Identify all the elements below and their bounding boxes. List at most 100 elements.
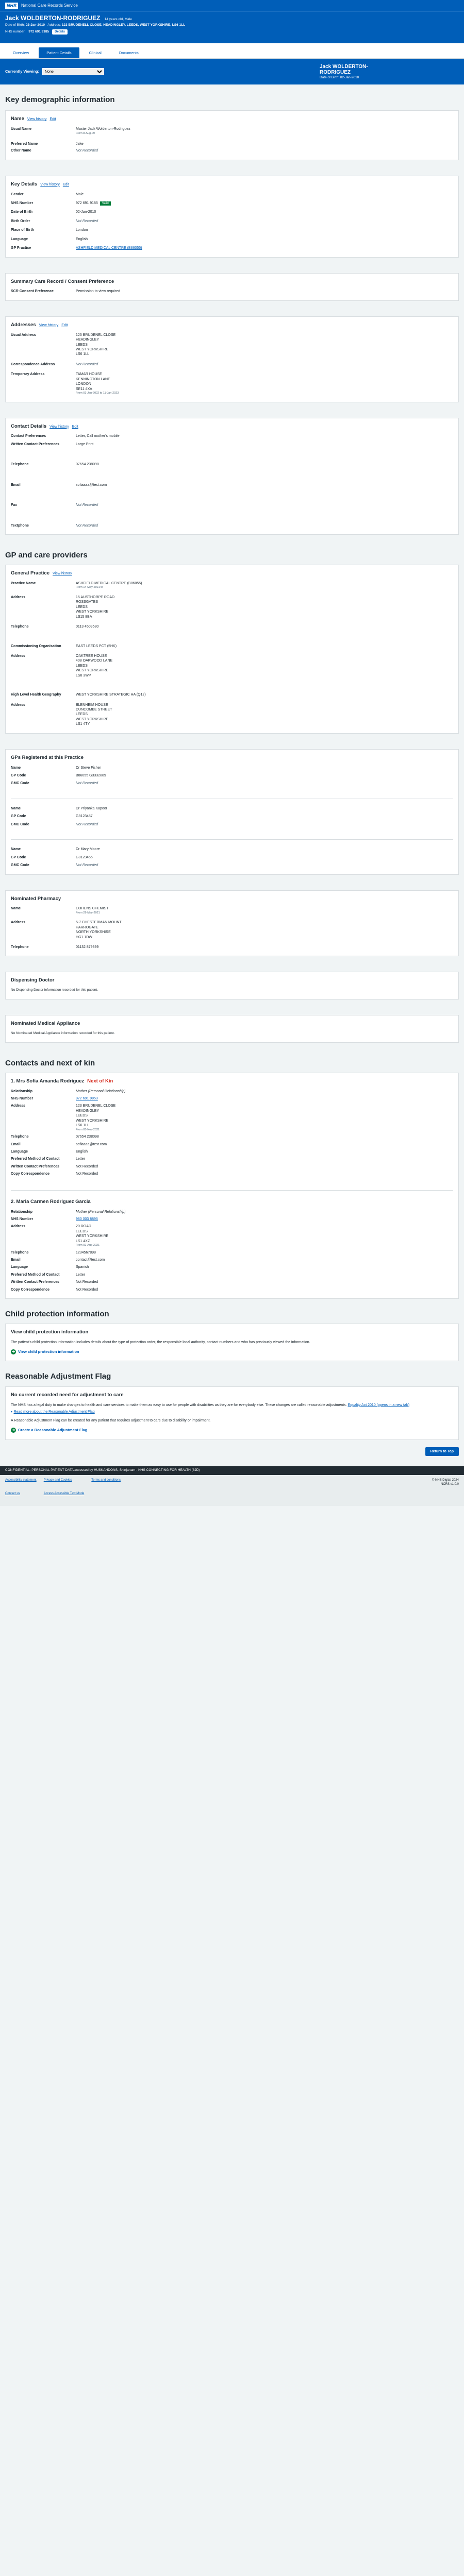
contact-name: 1. Mrs Sofia Amanda Rodriguez (11, 1078, 85, 1084)
top-bar: NHS National Care Records Service (0, 0, 464, 11)
relationship-label: Relationship (11, 1210, 33, 1214)
contact-email-value: sofiaaaa@test.com (76, 1142, 107, 1146)
contact-address-date: From 02-Aug-2021 (76, 1244, 100, 1247)
contact-address-value: 123 BRUDENEL CLOSE HEADINGLEY LEEDS WEST… (76, 1104, 116, 1128)
gp-code-label: GP Code (11, 815, 26, 819)
address-label: Address: (47, 23, 61, 27)
gp-name-label: Name (11, 848, 21, 852)
fax-label: Fax (11, 503, 18, 507)
gmc-code-label: GMC Code (11, 822, 29, 826)
contact-edit-link[interactable]: Edit (72, 425, 78, 429)
gmc-code-value: Not Recorded (76, 822, 98, 826)
footer-text-mode-link[interactable]: Access Accessible Text Mode (44, 1492, 85, 1503)
footer-terms-link[interactable]: Terms and conditions (91, 1478, 121, 1490)
practice-address-value: 15 AUSTHORPE ROAD ROSSGATES LEEDS WEST Y… (76, 595, 115, 619)
tab-clinical[interactable]: Clinical (81, 47, 109, 58)
practice-telephone-label: Telephone (11, 625, 29, 629)
contact-nhs-link[interactable]: 972 691 9853 (76, 1096, 453, 1101)
gp-practice-link[interactable]: ASHFIELD MEDICAL CENTRE (B86055) (76, 246, 453, 250)
gmc-code-label: GMC Code (11, 782, 29, 786)
service-name: National Care Records Service (21, 3, 78, 8)
raf-card: No current recorded need for adjustment … (5, 1386, 459, 1440)
arrow-right-icon: ➜ (11, 1349, 16, 1355)
footer-contact-link[interactable]: Contact us (5, 1492, 37, 1503)
general-practice-title: General Practice (11, 570, 49, 577)
textphone-label: Textphone (11, 523, 29, 528)
details-button[interactable]: Details (52, 29, 68, 35)
gp-code-value: G8123455 (76, 855, 93, 859)
viewing-name-line1: Jack WOLDERTON- (320, 63, 368, 70)
relationship-label: Relationship (11, 1089, 33, 1093)
pharmacy-telephone-label: Telephone (11, 945, 29, 949)
health-geography-address-label: Address (11, 703, 26, 707)
tab-overview[interactable]: Overview (5, 47, 37, 58)
pharmacy-telephone-value: 01132 879399 (76, 945, 99, 949)
create-raf-button[interactable]: ➜ Create a Reasonable Adjustment Flag (11, 1428, 87, 1433)
confidential-bar: CONFIDENTIAL: PERSONAL PATIENT DATA acce… (0, 1466, 464, 1476)
tab-patient-details[interactable]: Patient Details (39, 47, 79, 58)
temporary-address-dates: From 01-Jan-2022 to 11-Jan-2023 (76, 392, 119, 395)
view-child-protection-button[interactable]: ➜ View child protection information (11, 1349, 79, 1355)
practice-name-label: Practice Name (11, 582, 36, 586)
relationship-value: Mother (Personal Relationship) (76, 1089, 126, 1093)
contact-details-card: Contact Details View history Edit Contac… (5, 417, 459, 535)
contact-copy-label: Copy Correspondence (11, 1172, 50, 1176)
return-to-top-button[interactable]: Return to Top (425, 1447, 459, 1456)
commissioning-address-value: OAKTREE HOUSE 408 OAKWOOD LANE LEEDS WES… (76, 654, 113, 677)
name-edit-link[interactable]: Edit (49, 117, 56, 122)
key-demographic-heading: Key demographic information (5, 95, 115, 104)
nominated-pharmacy-title: Nominated Pharmacy (11, 895, 61, 902)
gp-code-label: GP Code (11, 855, 26, 859)
written-contact-label: Written Contact Preferences (11, 442, 60, 446)
place-of-birth-value: London (76, 228, 88, 232)
equality-act-link[interactable]: Equality Act 2010 (opens in a new tab) (348, 1403, 409, 1407)
patient-name: Jack WOLDERTON-RODRIGUEZ (5, 14, 101, 22)
contact-written-label: Written Contact Preferences (11, 1280, 60, 1284)
footer: Accessibility statement Privacy and Cook… (0, 1475, 464, 1506)
child-protection-card: View child protection information The pa… (5, 1324, 459, 1362)
address-value: 123 BRUDENELL CLOSE, HEADINGLEY, LEEDS, … (61, 23, 186, 27)
usual-address-value: 123 BRUDENEL CLOSE HEADINGLEY LEEDS WEST… (76, 333, 116, 357)
contact-view-history-link[interactable]: View history (49, 425, 69, 429)
addresses-view-history-link[interactable]: View history (39, 323, 59, 328)
contact-nhs-link[interactable]: 980 003 8895 (76, 1217, 453, 1222)
contact-written-label: Written Contact Preferences (11, 1164, 60, 1168)
telephone-value: 07654 238098 (76, 463, 99, 467)
nhs-label: NHS number: (5, 29, 26, 33)
gmc-code-value: Not Recorded (76, 782, 98, 786)
key-edit-link[interactable]: Edit (63, 182, 69, 187)
viewing-select[interactable]: None (42, 68, 105, 75)
read-more-raf-link[interactable]: Read more about the Reasonable Adjustmen… (13, 1410, 94, 1414)
tab-documents[interactable]: Documents (111, 47, 146, 58)
medical-appliance-card: Nominated Medical Appliance No Nominated… (5, 1014, 459, 1043)
contact-method-label: Preferred Method of Contact (11, 1157, 60, 1161)
contact-preferences-label: Contact Preferences (11, 434, 46, 438)
other-name-label: Other Name (11, 149, 31, 153)
contact-preferences-value: Letter, Call mother's mobile (76, 434, 120, 438)
chevron-right-icon: ▸ (11, 1410, 13, 1414)
name-card: Name View history Edit Usual Name Master… (5, 110, 459, 160)
temporary-address-value: TAMAR HOUSE KENNINGTON LANE LONDON SE11 … (76, 372, 110, 391)
medical-appliance-title: Nominated Medical Appliance (11, 1020, 80, 1026)
written-contact-value: Large Print (76, 442, 94, 446)
general-practice-card: General Practice View history Practice N… (5, 565, 459, 734)
patient-age-gender: 14 years old, Male (104, 18, 132, 21)
footer-accessibility-link[interactable]: Accessibility statement (5, 1478, 37, 1490)
gp-view-history-link[interactable]: View history (53, 571, 72, 576)
contact-email-label: Email (11, 1258, 21, 1262)
addresses-edit-link[interactable]: Edit (61, 323, 68, 328)
temporary-address-label: Temporary Address (11, 372, 45, 377)
contact-telephone-value: 1234567898 (76, 1250, 96, 1255)
pharmacy-address-value: 5-7 CHESTERMAN MOUNT HARROGATE NORTH YOR… (76, 921, 122, 939)
footer-privacy-link[interactable]: Privacy and Cookies (44, 1478, 85, 1490)
scr-consent-value: Permission to view required (76, 290, 120, 294)
name-view-history-link[interactable]: View history (27, 117, 47, 122)
practice-dates: From 14-May-2021 to (76, 586, 103, 589)
textphone-value: Not Recorded (76, 523, 98, 528)
key-view-history-link[interactable]: View history (40, 182, 60, 187)
birth-order-value: Not Recorded (76, 219, 98, 223)
viewing-label: Currently Viewing: (5, 69, 40, 74)
language-label: Language (11, 237, 28, 241)
gp-name-label: Name (11, 766, 21, 770)
medical-appliance-text: No Nominated Medical Appliance informati… (11, 1031, 115, 1035)
